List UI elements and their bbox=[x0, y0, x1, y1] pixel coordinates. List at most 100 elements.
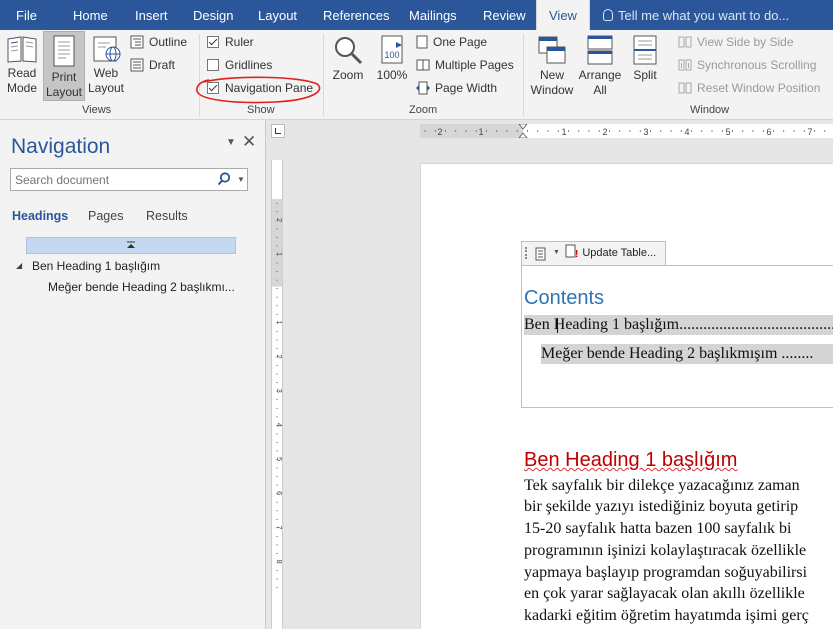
tell-me-box[interactable]: Tell me what you want to do... bbox=[603, 0, 789, 30]
page-width-label: Page Width bbox=[435, 81, 498, 95]
horizontal-ruler[interactable]: 2 1 1 2 3 4 5 6 7 bbox=[420, 124, 833, 138]
view-side-by-side-button[interactable]: View Side by Side bbox=[678, 32, 794, 52]
search-icon[interactable] bbox=[217, 172, 231, 186]
heading-selection-bar[interactable] bbox=[26, 237, 236, 254]
tab-results[interactable]: Results bbox=[146, 209, 188, 223]
toc-dropdown-icon[interactable]: ▼ bbox=[553, 249, 560, 256]
web-page-icon bbox=[93, 36, 121, 62]
new-window-icon bbox=[538, 36, 566, 64]
tab-file[interactable]: File bbox=[16, 0, 37, 30]
tab-pages[interactable]: Pages bbox=[88, 209, 123, 223]
zoom-100-label: 100% bbox=[376, 68, 408, 82]
heading-1-text: Ben Heading 1 başlığım bbox=[524, 449, 738, 471]
page-width-button[interactable]: Page Width bbox=[416, 78, 497, 98]
close-icon[interactable]: ✕ bbox=[242, 133, 256, 151]
body-line[interactable]: programının işinizi kolaylaştıracak özel… bbox=[524, 542, 806, 560]
read-mode-label-1: Read bbox=[7, 66, 37, 80]
nav-heading-2[interactable]: Meğer bende Heading 2 başlıkmı... bbox=[48, 280, 235, 294]
split-icon bbox=[633, 35, 657, 65]
new-window-label-2: Window bbox=[530, 83, 574, 97]
ruler-label: 6 bbox=[275, 491, 283, 495]
red-annotation-circle bbox=[196, 76, 321, 104]
page-icon bbox=[53, 35, 75, 67]
tell-me-text: Tell me what you want to do... bbox=[618, 8, 790, 23]
ruler-label: 2 bbox=[275, 354, 283, 358]
toc-title: Contents bbox=[524, 287, 605, 309]
arrange-all-button[interactable]: Arrange All bbox=[577, 34, 623, 100]
update-table-button[interactable]: ! Update Table... bbox=[565, 244, 665, 263]
tab-insert[interactable]: Insert bbox=[135, 0, 168, 30]
print-layout-button[interactable]: Print Layout bbox=[43, 31, 85, 101]
update-table-icon: ! bbox=[565, 244, 578, 260]
heading-1[interactable]: Ben Heading 1 başlığım bbox=[524, 449, 737, 472]
multiple-pages-button[interactable]: Multiple Pages bbox=[416, 55, 514, 75]
toc-document-icon[interactable] bbox=[535, 247, 547, 261]
outline-button[interactable]: Outline bbox=[130, 32, 187, 52]
new-window-label-1: New bbox=[539, 68, 564, 82]
body-line[interactable]: bir şekilde yazıyı istediğiniz boyuta ge… bbox=[524, 498, 798, 516]
one-page-button[interactable]: One Page bbox=[416, 32, 487, 52]
draft-label: Draft bbox=[149, 58, 176, 72]
synchronous-scrolling-label: Synchronous Scrolling bbox=[697, 58, 817, 72]
ruler-label: 2 bbox=[602, 127, 607, 137]
read-mode-label-2: Mode bbox=[6, 81, 38, 95]
gridlines-checkbox[interactable]: Gridlines bbox=[207, 55, 272, 75]
zoom-button[interactable]: Zoom bbox=[328, 34, 368, 100]
arrange-all-label-1: Arrange bbox=[578, 68, 622, 82]
search-document-box[interactable] bbox=[10, 168, 248, 191]
tab-mailings[interactable]: Mailings bbox=[409, 0, 457, 30]
tab-layout[interactable]: Layout bbox=[258, 0, 297, 30]
new-window-button[interactable]: New Window bbox=[528, 34, 576, 100]
text-cursor bbox=[557, 318, 558, 333]
tab-selector[interactable] bbox=[271, 124, 285, 138]
svg-text:100: 100 bbox=[384, 50, 399, 60]
read-mode-button[interactable]: Read Mode bbox=[2, 34, 42, 100]
tab-headings[interactable]: Headings bbox=[12, 209, 68, 223]
ruler-label: 1 bbox=[275, 320, 283, 324]
ruler-label: Ruler bbox=[225, 35, 254, 49]
body-line[interactable]: 15-20 sayfalık hatta bazen 100 sayfalık … bbox=[524, 520, 791, 538]
body-line[interactable]: Tek sayfalık bir dilekçe yazacağınız zam… bbox=[524, 477, 800, 495]
tab-home[interactable]: Home bbox=[73, 0, 108, 30]
tab-view[interactable]: View bbox=[536, 0, 590, 30]
ruler-label: 2 bbox=[275, 218, 283, 222]
split-button[interactable]: Split bbox=[625, 34, 665, 100]
reset-window-position-button[interactable]: Reset Window Position bbox=[678, 78, 820, 98]
ruler-label: 7 bbox=[275, 525, 283, 529]
side-by-side-icon bbox=[678, 36, 692, 48]
ruler-label: 3 bbox=[275, 389, 283, 393]
body-line[interactable]: kadarki eğitim öğretim hayatımda işimi g… bbox=[524, 607, 809, 625]
ruler-check[interactable] bbox=[207, 36, 219, 48]
zoom-100-button[interactable]: 100 100% bbox=[372, 34, 412, 100]
web-layout-button[interactable]: Web Layout bbox=[86, 34, 126, 100]
ruler-label: 3 bbox=[643, 127, 648, 137]
ruler-label: 1 bbox=[561, 127, 566, 137]
hundred-percent-icon: 100 bbox=[381, 35, 403, 64]
navigation-pane bbox=[0, 120, 266, 629]
tab-references[interactable]: References bbox=[323, 0, 389, 30]
ruler-checkbox[interactable]: Ruler bbox=[207, 32, 254, 52]
body-line[interactable]: en çok yarar sağlayacak olan akıllı özel… bbox=[524, 585, 805, 603]
ruler-label: 8 bbox=[275, 559, 283, 563]
print-layout-label-1: Print bbox=[51, 70, 77, 84]
gridlines-check[interactable] bbox=[207, 59, 219, 71]
search-dropdown-icon[interactable]: ▼ bbox=[237, 175, 245, 184]
split-label: Split bbox=[633, 68, 657, 82]
vertical-ruler[interactable]: 2 1 1 2 3 4 5 6 7 8 bbox=[271, 160, 283, 629]
drag-handle-icon[interactable] bbox=[525, 247, 528, 259]
body-line[interactable]: yapmaya başlayıp programdan soğuyabilirs… bbox=[524, 564, 807, 582]
pane-options-chevron-icon[interactable]: ▼ bbox=[226, 137, 238, 151]
window-group-label: Window bbox=[690, 104, 730, 116]
search-input[interactable] bbox=[11, 169, 211, 190]
tab-design[interactable]: Design bbox=[193, 0, 233, 30]
nav-heading-1[interactable]: Ben Heading 1 başlığım bbox=[32, 259, 160, 273]
toc-entry-1[interactable]: Ben Heading 1 başlığım..................… bbox=[524, 315, 833, 335]
expand-triangle-icon[interactable]: ◢ bbox=[16, 261, 22, 270]
toc-entry-2[interactable]: Meğer bende Heading 2 başlıkmışım ......… bbox=[541, 344, 833, 364]
draft-button[interactable]: Draft bbox=[130, 55, 175, 75]
book-icon bbox=[7, 36, 37, 63]
update-table-label: Update Table... bbox=[582, 247, 657, 259]
synchronous-scrolling-button[interactable]: Synchronous Scrolling bbox=[678, 55, 816, 75]
tab-review[interactable]: Review bbox=[483, 0, 526, 30]
magnifier-icon bbox=[335, 37, 363, 65]
